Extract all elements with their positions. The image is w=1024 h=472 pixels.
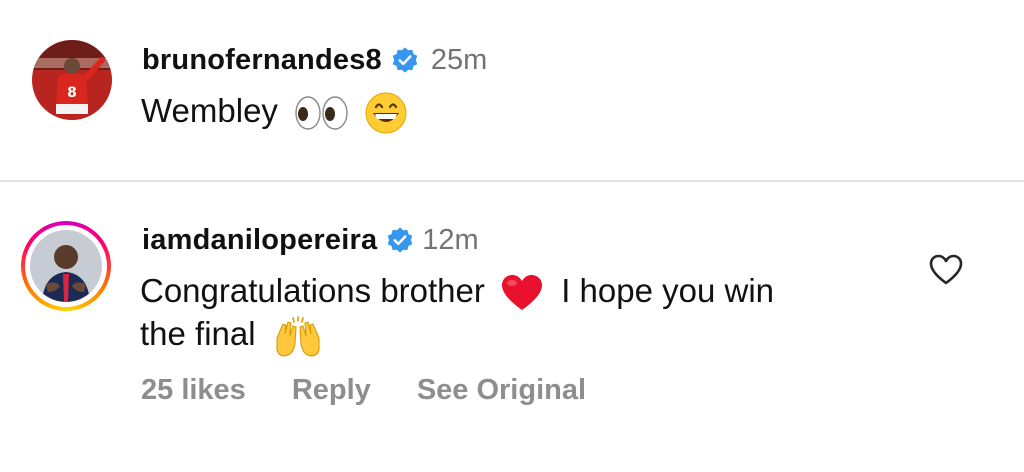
likes-count[interactable]: 25 likes bbox=[141, 374, 246, 407]
comment-item: iamdanilopereira 12m Congratulations bro… bbox=[0, 0, 1024, 406]
comment-text-part: the final bbox=[140, 315, 256, 353]
red-heart-emoji-icon bbox=[502, 275, 543, 311]
username[interactable]: iamdanilopereira bbox=[142, 224, 377, 257]
like-heart-icon[interactable] bbox=[929, 254, 963, 286]
story-ring-inner bbox=[25, 225, 107, 307]
story-ring[interactable] bbox=[21, 221, 111, 311]
raising-hands-emoji-icon bbox=[276, 315, 320, 357]
comment-text: Congratulations brother I hope you win t… bbox=[140, 270, 900, 358]
reply-button[interactable]: Reply bbox=[292, 374, 371, 407]
comment-actions: 25 likes Reply See Original bbox=[141, 374, 632, 407]
avatar[interactable] bbox=[30, 230, 102, 302]
verified-badge-icon bbox=[388, 227, 413, 253]
see-original-button[interactable]: See Original bbox=[417, 374, 586, 407]
comment-text-part: Congratulations brother bbox=[140, 272, 485, 309]
comment-text-part: I hope you win bbox=[561, 272, 775, 309]
comment-header: iamdanilopereira 12m bbox=[142, 222, 479, 258]
timestamp: 12m bbox=[422, 223, 479, 256]
